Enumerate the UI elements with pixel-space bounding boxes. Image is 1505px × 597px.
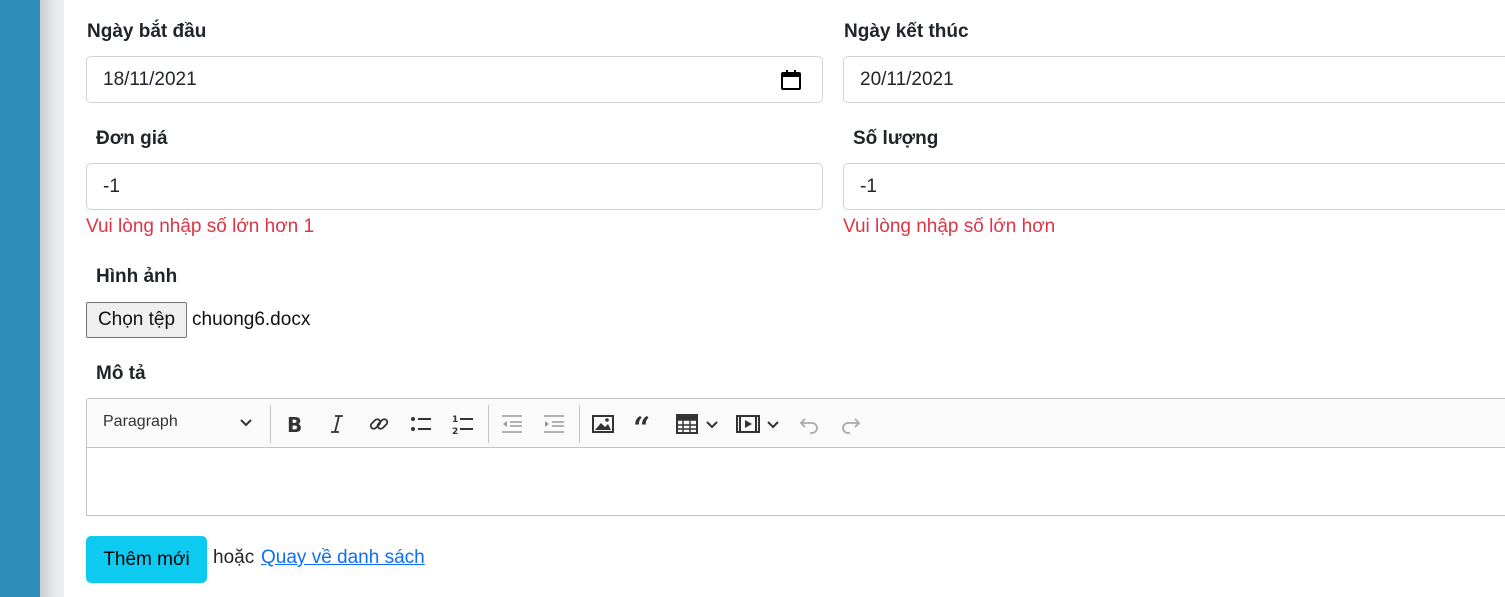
end-date-input[interactable]: 20/11/2021 (843, 56, 1505, 103)
start-date-label: Ngày bắt đầu (87, 21, 207, 42)
indent-icon[interactable] (542, 412, 566, 436)
toolbar-separator (579, 405, 580, 443)
quantity-input[interactable]: -1 (843, 163, 1505, 210)
calendar-icon[interactable] (780, 69, 802, 91)
chevron-down-icon[interactable] (705, 412, 719, 436)
price-value: -1 (103, 176, 120, 197)
back-to-list-link[interactable]: Quay về danh sách (261, 547, 425, 569)
price-error: Vui lòng nhập số lớn hơn 1 (86, 216, 315, 237)
image-label: Hình ảnh (96, 266, 178, 287)
editor-toolbar: Paragraph B 1 2 “ (86, 398, 1505, 448)
quantity-value: -1 (860, 176, 877, 197)
outdent-icon[interactable] (500, 412, 524, 436)
image-icon[interactable] (591, 412, 615, 436)
choose-file-button[interactable]: Chọn tệp (86, 302, 187, 338)
media-icon[interactable] (736, 412, 760, 436)
start-date-value: 18/11/2021 (103, 69, 197, 90)
toolbar-separator (488, 405, 489, 443)
add-new-button[interactable]: Thêm mới (86, 536, 207, 583)
numbered-list-icon[interactable]: 1 2 (451, 412, 475, 436)
sidebar-shadow (40, 0, 64, 597)
description-label: Mô tả (96, 363, 146, 384)
editor-content-area[interactable] (86, 448, 1505, 516)
svg-text:B: B (287, 413, 302, 436)
heading-dropdown[interactable]: Paragraph (87, 399, 269, 447)
price-input[interactable]: -1 (86, 163, 823, 210)
quantity-error: Vui lòng nhập số lớn hơn (843, 216, 1056, 237)
undo-icon[interactable] (797, 412, 821, 436)
quantity-label: Số lượng (853, 128, 939, 149)
toolbar-separator (270, 405, 271, 443)
link-icon[interactable] (367, 412, 391, 436)
chevron-down-icon[interactable] (766, 412, 780, 436)
chevron-down-icon (240, 419, 252, 427)
redo-icon[interactable] (839, 412, 863, 436)
svg-text:“: “ (633, 412, 650, 436)
or-text: hoặc (213, 547, 255, 568)
heading-dropdown-label: Paragraph (103, 413, 178, 430)
bold-icon[interactable]: B (283, 412, 307, 436)
svg-text:1: 1 (452, 415, 458, 425)
file-name: chuong6.docx (192, 309, 311, 330)
sidebar (0, 0, 40, 597)
svg-text:2: 2 (452, 427, 458, 436)
bulleted-list-icon[interactable] (409, 412, 433, 436)
end-date-label: Ngày kết thúc (844, 21, 969, 42)
table-icon[interactable] (675, 412, 699, 436)
italic-icon[interactable] (325, 412, 349, 436)
start-date-input[interactable]: 18/11/2021 (86, 56, 823, 103)
price-label: Đơn giá (96, 128, 168, 149)
quote-icon[interactable]: “ (633, 412, 657, 436)
end-date-value: 20/11/2021 (860, 69, 954, 90)
